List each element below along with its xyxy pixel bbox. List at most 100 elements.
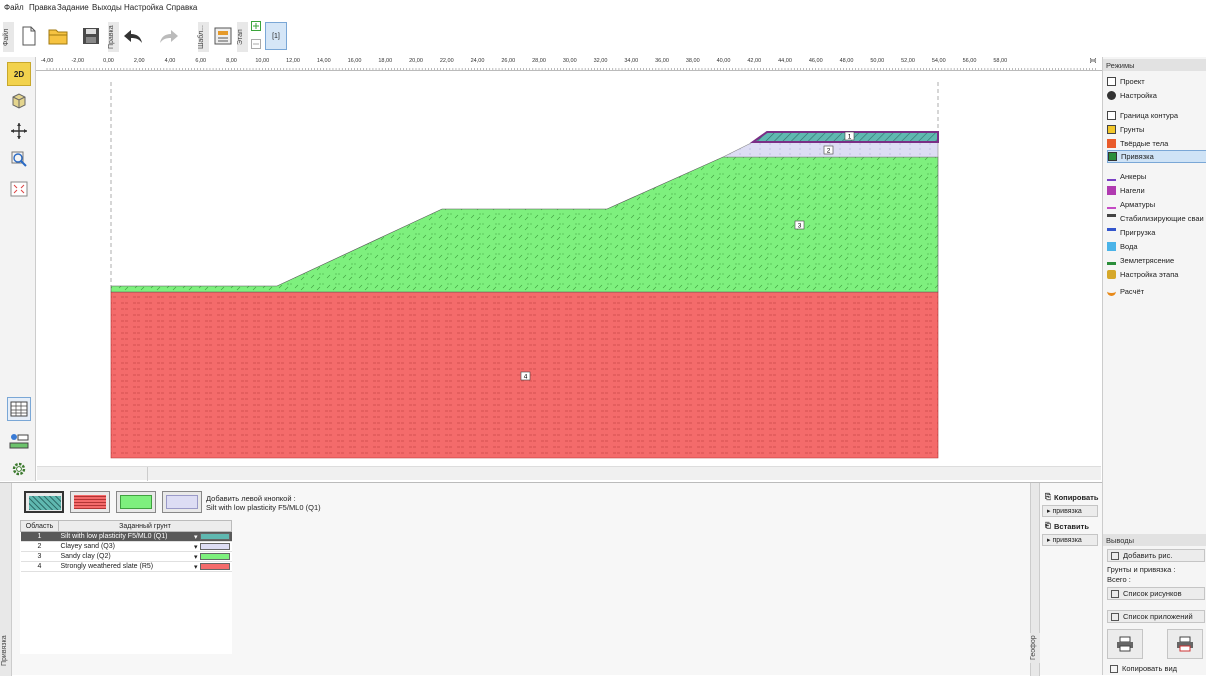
mode-contour-boundary[interactable]: Граница контура [1107,109,1206,122]
list-appendix-label: Список приложений [1123,612,1193,621]
list-pictures-button[interactable]: Список рисунков [1107,587,1205,600]
mode-stage-settings[interactable]: Настройка этапа [1107,268,1206,281]
mode-water[interactable]: Вода [1107,240,1206,253]
row-3-dropdown[interactable]: ▾ [194,553,230,561]
toolbar-tab-file[interactable]: Файл [3,22,14,52]
toolbar-tab-stage[interactable]: Этап [237,22,248,52]
mode-reinforcements[interactable]: Арматуры [1107,198,1206,211]
analysis-icon [1107,287,1116,296]
ruler-label: 0,00 [103,58,114,64]
pan-icon[interactable] [7,119,31,143]
stage-1-button[interactable]: [1] [265,22,287,50]
swatch-3-fill [120,495,152,509]
row-1-dropdown[interactable]: ▾ [194,533,230,541]
soil-swatch-4[interactable] [70,491,110,513]
side-tab-assign[interactable]: Привязка [1,633,11,669]
redo-icon[interactable] [158,24,180,48]
mode-surcharge[interactable]: Пригрузка [1107,226,1206,239]
view-3d-button[interactable] [7,89,31,113]
add-picture-button[interactable]: Добавить рис. [1107,549,1205,562]
mode-project[interactable]: Проект [1107,75,1206,88]
ruler-label: -2,00 [71,58,85,64]
earthquake-icon [1107,256,1116,265]
menu-help[interactable]: Справка [166,3,197,12]
ruler-label: 40,00 [716,58,731,64]
slope-model[interactable]: 1 2 3 4 [37,72,1101,465]
mode-rigid-bodies[interactable]: Твёрдые тела [1107,137,1206,150]
print-export-button[interactable] [1167,629,1203,659]
zoom-icon[interactable] [7,147,31,171]
mode-analysis[interactable]: Расчёт [1107,285,1206,298]
row-4-dropdown[interactable]: ▾ [194,563,230,571]
soil-swatch-3[interactable] [116,491,156,513]
remove-stage-icon[interactable] [250,38,262,50]
menu-settings[interactable]: Настройка [124,3,163,12]
toolbar-tab-template[interactable]: Шабл... [198,22,209,52]
menu-file[interactable]: Файл [4,3,24,12]
assign-panel: Привязка Добавить левой кнопкой : Silt w… [0,482,1102,676]
table-row[interactable]: 1 Silt with low plasticity F5/ML0 (Q1) ▾ [20,531,232,542]
table-row[interactable]: 3 Sandy clay (Q2) ▾ [20,551,232,562]
template-icon[interactable] [212,24,234,48]
row-1-soil[interactable]: Silt with low plasticity F5/ML0 (Q1) ▾ [58,531,232,542]
ruler-label: 18,00 [378,58,393,64]
paste-assign-button[interactable]: ▸ привязка [1042,534,1098,546]
fit-view-icon[interactable] [7,177,31,201]
ruler-label: 48,00 [839,58,854,64]
soils-icon [1107,125,1116,134]
row-2-soil-name: Clayey sand (Q3) [60,542,115,550]
picture-icon [1111,551,1119,560]
copy-button[interactable]: ⎘ Копировать [1045,492,1098,502]
soil-swatch-1[interactable] [24,491,64,513]
mode-earthquake-label: Землетрясение [1120,256,1175,265]
paste-button-label: Вставить [1054,521,1089,531]
mode-soils[interactable]: Грунты [1107,123,1206,136]
menu-edit[interactable]: Правка [29,3,56,12]
undo-icon[interactable] [122,24,144,48]
table-view-icon[interactable] [7,397,31,421]
soil-swatch-2[interactable] [162,491,202,513]
ruler-label: 16,00 [347,58,362,64]
print-button[interactable] [1107,629,1143,659]
ruler-label: 30,00 [562,58,577,64]
row-3-soil[interactable]: Sandy clay (Q2) ▾ [58,551,232,562]
save-file-icon[interactable] [80,24,102,48]
mode-earthquake[interactable]: Землетрясение [1107,254,1206,267]
mode-nails[interactable]: Нагели [1107,184,1206,197]
drawing-canvas[interactable]: 1 2 3 4 [37,72,1101,465]
mode-assign[interactable]: Привязка [1107,150,1206,163]
toolbar-tab-edit[interactable]: Правка [108,22,119,52]
assign-icon [1108,152,1117,161]
ruler-unit: [м] [1089,58,1097,64]
modes-panel: Режимы Проект Настройка Граница контура … [1102,57,1206,675]
open-file-icon[interactable] [47,24,69,48]
add-stage-icon[interactable] [250,20,262,32]
ruler-label: 36,00 [655,58,669,64]
menu-outputs[interactable]: Выходы [92,3,122,12]
table-row[interactable]: 4 Strongly weathered slate (R5) ▾ [20,561,232,572]
ruler-label: 28,00 [532,58,546,64]
view-2d-button[interactable]: 2D [7,62,31,86]
surcharge-icon [1107,228,1116,237]
region-3-polygon[interactable] [110,156,939,293]
horizontal-scrollbar[interactable] [37,466,1101,481]
mode-stabilizing-piles[interactable]: Стабилизирующие сваи [1107,212,1206,225]
copy-assign-button[interactable]: ▸ привязка [1042,505,1098,517]
add-hint-title: Добавить левой кнопкой : [206,494,296,503]
swatch-4-fill [74,495,106,509]
paste-button[interactable]: ⎗ Вставить [1045,521,1089,531]
mode-anchors[interactable]: Анкеры [1107,170,1206,183]
list-appendix-button[interactable]: Список приложений [1107,610,1205,623]
menu-task[interactable]: Задание [57,3,89,12]
row-2-dropdown[interactable]: ▾ [194,543,230,551]
copy-view-button[interactable]: Копировать вид [1107,662,1205,675]
mode-settings[interactable]: Настройка [1107,89,1206,102]
labels-icon[interactable] [7,429,31,453]
new-file-icon[interactable] [18,24,40,48]
row-4-soil[interactable]: Strongly weathered slate (R5) ▾ [58,561,232,572]
region-2-label: 2 [827,148,831,155]
row-2-soil[interactable]: Clayey sand (Q3) ▾ [58,541,232,552]
table-row[interactable]: 2 Clayey sand (Q3) ▾ [20,541,232,552]
settings-gear-icon[interactable] [7,457,31,481]
side-tab-geofor[interactable]: Геофор [1030,633,1040,663]
